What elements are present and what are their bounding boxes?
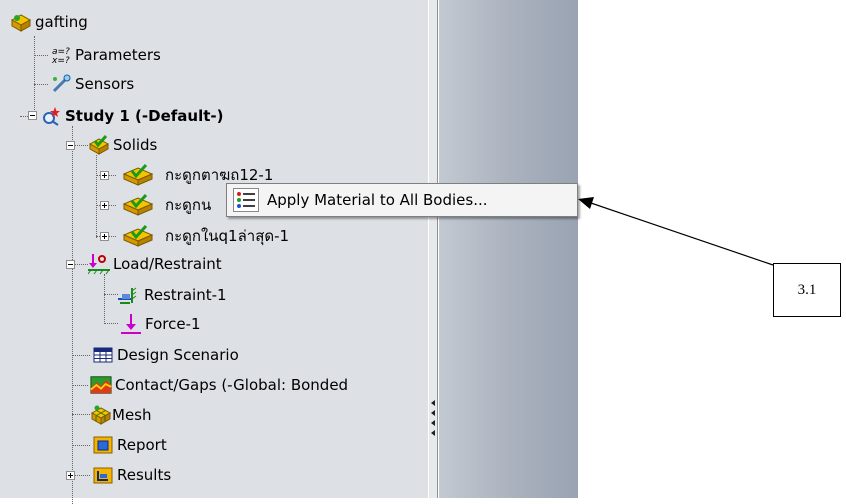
callout-label: 3.1: [797, 281, 817, 298]
callout-arrow: [578, 197, 774, 266]
callout-box: 3.1: [773, 263, 841, 317]
